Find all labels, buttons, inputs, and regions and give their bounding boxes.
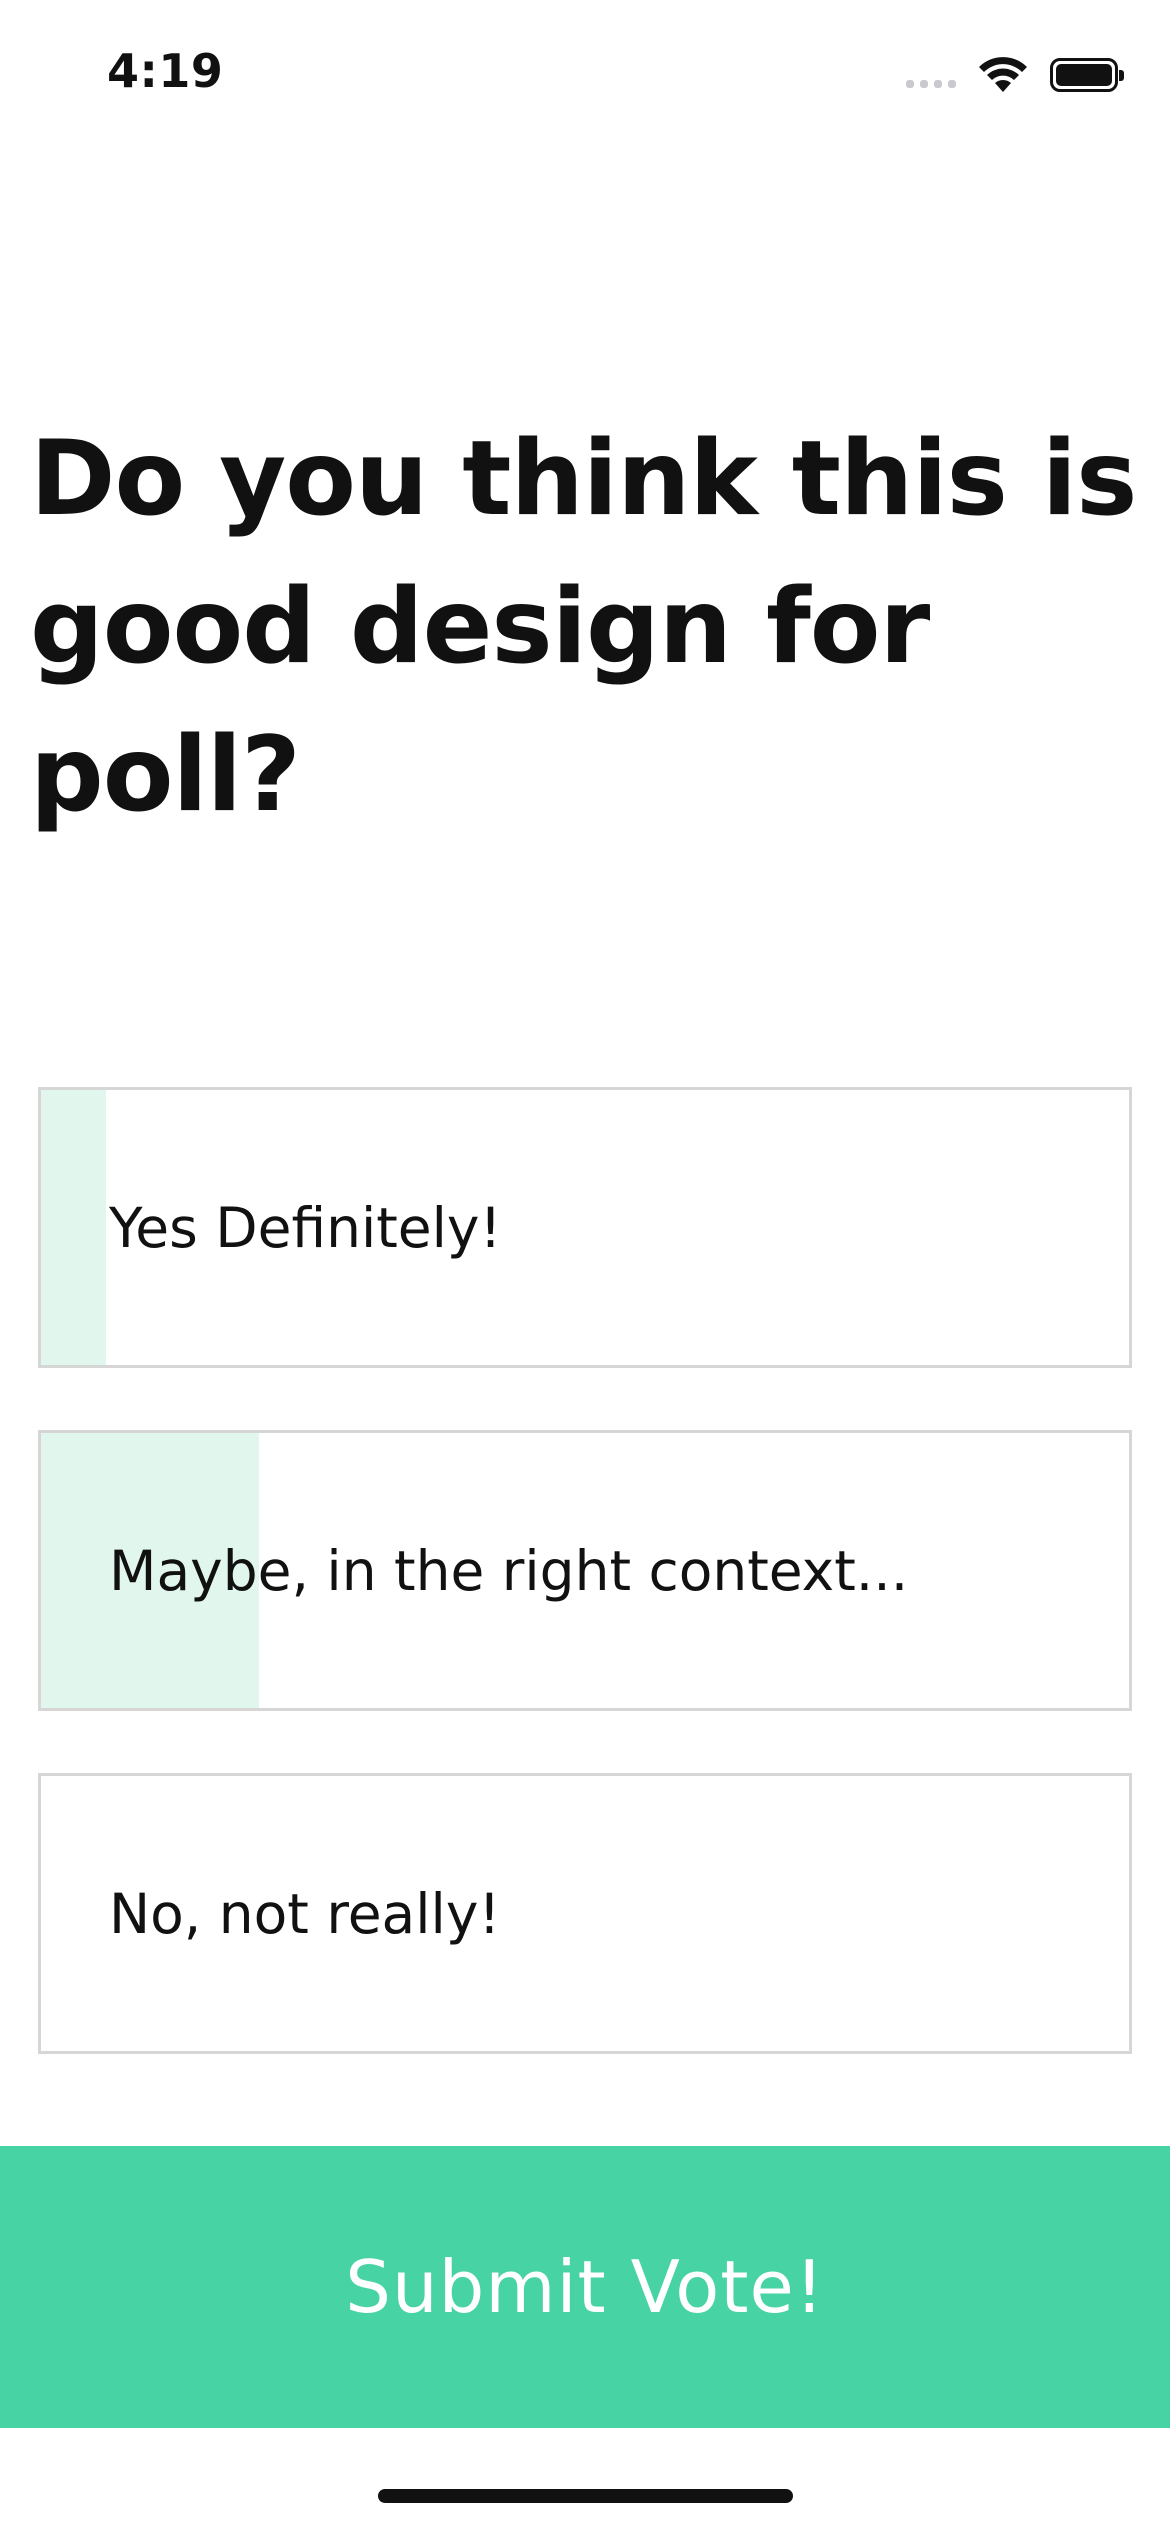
battery-icon bbox=[1050, 58, 1124, 92]
option-label: Yes Definitely! bbox=[109, 1195, 502, 1260]
status-bar: 4:19 bbox=[0, 0, 1170, 150]
poll-options: Yes Definitely! Maybe, in the right cont… bbox=[38, 1087, 1132, 2116]
option-label: No, not really! bbox=[109, 1881, 501, 1946]
option-label: Maybe, in the right context... bbox=[109, 1538, 909, 1603]
status-icons bbox=[906, 50, 1124, 100]
status-time: 4:19 bbox=[107, 44, 224, 98]
poll-option-no[interactable]: No, not really! bbox=[38, 1773, 1132, 2054]
signal-icon bbox=[906, 80, 956, 88]
poll-option-yes[interactable]: Yes Definitely! bbox=[38, 1087, 1132, 1368]
poll-option-maybe[interactable]: Maybe, in the right context... bbox=[38, 1430, 1132, 1711]
result-bar bbox=[41, 1090, 107, 1365]
poll-question: Do you think this is good design for pol… bbox=[30, 419, 1137, 835]
wifi-icon bbox=[979, 57, 1027, 92]
submit-vote-button[interactable]: Submit Vote! bbox=[0, 2146, 1170, 2428]
submit-vote-label: Submit Vote! bbox=[345, 2245, 825, 2329]
home-indicator bbox=[378, 2489, 793, 2503]
